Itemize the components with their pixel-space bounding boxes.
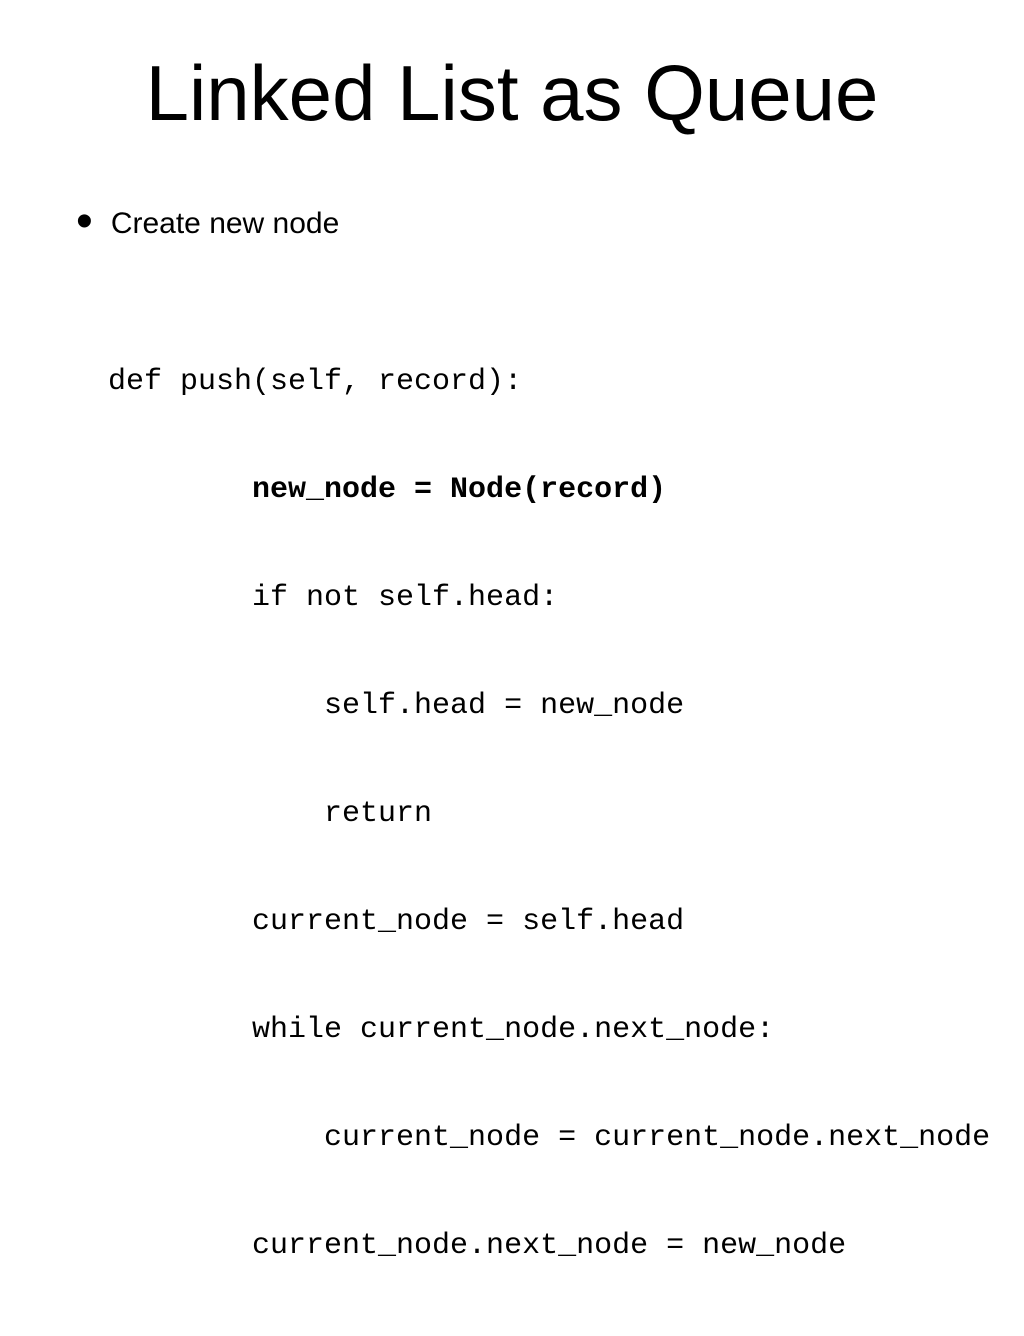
slide: Linked List as Queue • Create new node d…	[0, 0, 1024, 768]
code-line-6: current_node = self.head	[108, 904, 990, 940]
code-line-4: self.head = new_node	[108, 688, 990, 724]
code-block: def push(self, record): new_node = Node(…	[108, 292, 990, 1336]
code-line-5: return	[108, 796, 990, 832]
slide-title: Linked List as Queue	[0, 48, 1024, 139]
code-line-7: while current_node.next_node:	[108, 1012, 990, 1048]
code-line-9: current_node.next_node = new_node	[108, 1228, 990, 1264]
code-line-1: def push(self, record):	[108, 364, 990, 400]
bullet-item: • Create new node	[76, 206, 339, 242]
code-line-3: if not self.head:	[108, 580, 990, 616]
bullet-marker: •	[76, 208, 93, 236]
code-line-8: current_node = current_node.next_node	[108, 1120, 990, 1156]
bullet-text: Create new node	[111, 206, 340, 242]
code-line-2: new_node = Node(record)	[108, 472, 990, 508]
